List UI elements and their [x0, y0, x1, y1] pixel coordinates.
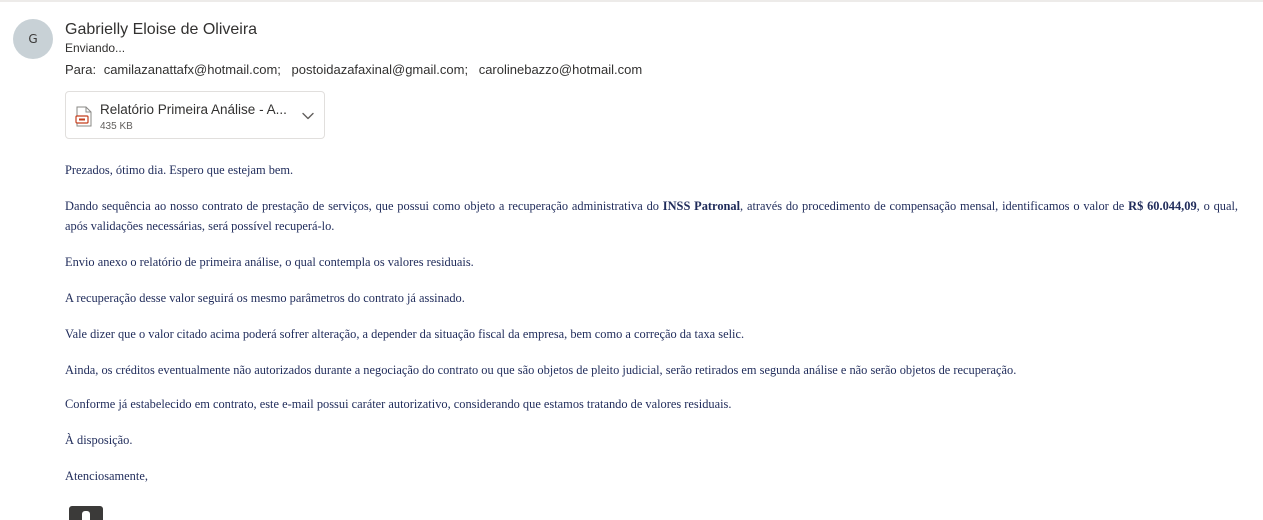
chevron-down-icon[interactable] — [301, 109, 315, 123]
recipients-line: Para: camilazanattafx@hotmail.com; posto… — [65, 62, 649, 77]
body-paragraph-8: À disposição. — [65, 433, 133, 447]
message-body: Prezados, ótimo dia. Espero que estejam … — [65, 160, 1238, 502]
recipient-3[interactable]: carolinebazzo@hotmail.com — [479, 62, 643, 77]
recipient-1[interactable]: camilazanattafx@hotmail.com; — [104, 62, 281, 77]
body-paragraph-4: A recuperação desse valor seguirá os mes… — [65, 291, 465, 305]
body-paragraph-2: Dando sequência ao nosso contrato de pre… — [65, 199, 1239, 233]
attachment-card[interactable]: Relatório Primeira Análise - A... 435 KB — [65, 91, 325, 139]
inss-patronal-text: INSS Patronal — [662, 199, 741, 213]
attachment-size: 435 KB — [100, 121, 133, 132]
recipient-2[interactable]: postoidazafaxinal@gmail.com; — [292, 62, 469, 77]
sender-name[interactable]: Gabrielly Eloise de Oliveira — [65, 21, 257, 39]
attachment-name[interactable]: Relatório Primeira Análise - A... — [100, 102, 296, 117]
sending-status: Enviando... — [65, 41, 126, 55]
top-divider — [0, 0, 1263, 2]
body-paragraph-3: Envio anexo o relatório de primeira anál… — [65, 255, 474, 269]
pdf-file-icon — [75, 106, 92, 127]
body-closing: Atenciosamente, — [65, 469, 148, 483]
avatar-initial: G — [28, 32, 38, 46]
signature-logo — [69, 506, 103, 520]
amount-text: R$ 60.044,09 — [1128, 199, 1197, 213]
body-greeting: Prezados, ótimo dia. Espero que estejam … — [65, 163, 294, 177]
body-paragraph-5: Vale dizer que o valor citado acima pode… — [65, 327, 745, 341]
sender-avatar[interactable]: G — [13, 19, 53, 59]
to-label: Para: — [65, 62, 97, 77]
body-paragraph-7: Conforme já estabelecido em contrato, es… — [65, 397, 732, 411]
body-paragraph-6: Ainda, os créditos eventualmente não aut… — [65, 363, 1017, 377]
